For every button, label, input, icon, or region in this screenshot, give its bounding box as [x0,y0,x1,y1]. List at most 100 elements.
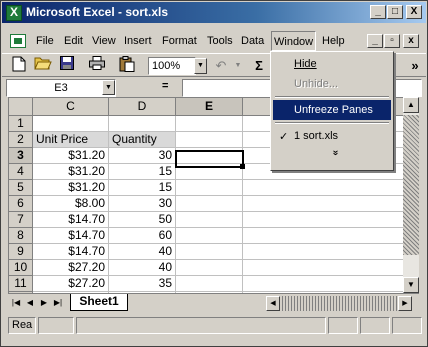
minimize-button[interactable]: _ [370,5,386,19]
horizontal-scroll-track[interactable] [282,296,398,311]
cell-e[interactable] [176,196,243,212]
cell-c[interactable] [33,116,109,132]
horizontal-scrollbar[interactable]: ◀ ▶ [254,296,414,311]
cell-c[interactable]: $31.20 [33,164,109,180]
cell-e[interactable] [176,244,243,260]
first-sheet-icon[interactable]: |◀ [10,296,22,310]
formula-equals-label[interactable]: = [162,80,168,92]
fill-handle[interactable] [240,164,245,169]
cell-d[interactable]: 15 [109,180,176,196]
scroll-down-icon[interactable]: ▼ [403,277,419,293]
menu-edit[interactable]: Edit [62,31,85,51]
row-header[interactable]: 1 [9,116,33,132]
cell-d[interactable]: 15 [109,164,176,180]
cell-f[interactable] [243,228,403,244]
cell-d[interactable]: 35 [109,276,176,292]
last-sheet-icon[interactable]: ▶| [52,296,64,310]
active-cell-e3[interactable] [175,150,244,168]
cell-c[interactable]: $14.70 [33,244,109,260]
vertical-scroll-track[interactable] [403,115,419,255]
cell-c[interactable]: $14.70 [33,212,109,228]
menu-view[interactable]: View [90,31,118,51]
name-box-dropdown-icon[interactable]: ▼ [102,80,115,95]
menu-format[interactable]: Format [160,31,199,51]
maximize-button[interactable]: □ [387,5,403,19]
cell-d[interactable]: Quantity [109,132,176,148]
column-header-c[interactable]: C [33,98,109,116]
cell-f[interactable] [243,260,403,276]
menu-item-hide[interactable]: Hide [273,54,391,74]
cell-d[interactable]: 60 [109,228,176,244]
cell-c[interactable]: $14.70 [33,228,109,244]
column-header-e[interactable]: E [176,98,243,116]
menu-data[interactable]: Data [239,31,266,51]
menu-item-unfreeze-panes[interactable]: Unfreeze Panes [273,100,391,120]
cell-c[interactable]: $8.00 [33,196,109,212]
cell-e[interactable] [176,260,243,276]
next-sheet-icon[interactable]: ▶ [38,296,50,310]
name-box[interactable]: E3 [6,79,116,97]
cell-d[interactable]: 40 [109,244,176,260]
autosum-icon[interactable]: Σ [248,56,270,76]
row-header[interactable]: 10 [9,260,33,276]
menu-window[interactable]: Window [271,31,317,51]
cell-d[interactable]: 30 [109,148,176,164]
menu-item-sort-xls[interactable]: 1 sort.xls [273,126,391,146]
cell-c[interactable]: $31.20 [33,180,109,196]
workbook-icon[interactable] [10,34,26,48]
cell-e[interactable] [176,116,243,132]
cell-e[interactable] [176,180,243,196]
prev-sheet-icon[interactable]: ◀ [24,296,36,310]
cell-f[interactable] [243,196,403,212]
row-header[interactable]: 2 [9,132,33,148]
row-header[interactable]: 6 [9,196,33,212]
sheet-tab-sheet1[interactable]: Sheet1 [70,294,128,311]
scroll-up-icon[interactable]: ▲ [403,97,419,113]
cell-f[interactable] [243,212,403,228]
excel-app-icon[interactable] [6,5,22,21]
cell-d[interactable] [109,116,176,132]
vertical-scrollbar[interactable]: ▲ ▼ [403,97,419,293]
cell-f[interactable] [243,180,403,196]
menu-insert[interactable]: Insert [122,31,154,51]
zoom-select[interactable]: 100% [148,57,196,75]
row-header[interactable]: 4 [9,164,33,180]
cell-d[interactable]: 40 [109,260,176,276]
doc-minimize-button[interactable]: _ [367,34,383,48]
menu-help[interactable]: Help [320,31,347,51]
toolbar-more-icon[interactable]: » [404,56,426,76]
open-icon[interactable] [32,56,54,76]
menu-file[interactable]: File [34,31,56,51]
cell-c[interactable]: $31.20 [33,148,109,164]
row-header[interactable]: 8 [9,228,33,244]
undo-dropdown-icon[interactable]: ▼ [227,56,249,76]
cell-e[interactable] [176,212,243,228]
row-header[interactable]: 7 [9,212,33,228]
cell-c[interactable]: Unit Price [33,132,109,148]
print-icon[interactable] [86,56,108,76]
cell-e[interactable] [176,276,243,292]
title-bar[interactable]: Microsoft Excel - sort.xls _ □ X [2,2,426,23]
cell-f[interactable] [243,244,403,260]
row-header[interactable]: 9 [9,244,33,260]
row-header[interactable]: 3 [9,148,33,164]
menu-tools[interactable]: Tools [205,31,235,51]
close-button[interactable]: X [406,5,422,19]
doc-close-button[interactable]: x [403,34,419,48]
row-header[interactable]: 11 [9,276,33,292]
new-icon[interactable] [8,56,30,76]
cell-e[interactable] [176,228,243,244]
menu-expand-icon[interactable]: » [325,150,341,162]
save-icon[interactable] [56,56,78,76]
column-header-d[interactable]: D [109,98,176,116]
cell-e[interactable] [176,132,243,148]
row-header[interactable]: 5 [9,180,33,196]
cell-f[interactable] [243,276,403,292]
menu-item-unhide[interactable]: Unhide... [273,74,391,94]
zoom-dropdown-arrow-icon[interactable]: ▼ [194,58,207,74]
select-all-corner[interactable] [9,98,33,116]
cell-c[interactable]: $27.20 [33,260,109,276]
doc-restore-button[interactable]: ▫ [384,34,400,48]
scroll-right-icon[interactable]: ▶ [398,296,412,311]
cell-d[interactable]: 50 [109,212,176,228]
